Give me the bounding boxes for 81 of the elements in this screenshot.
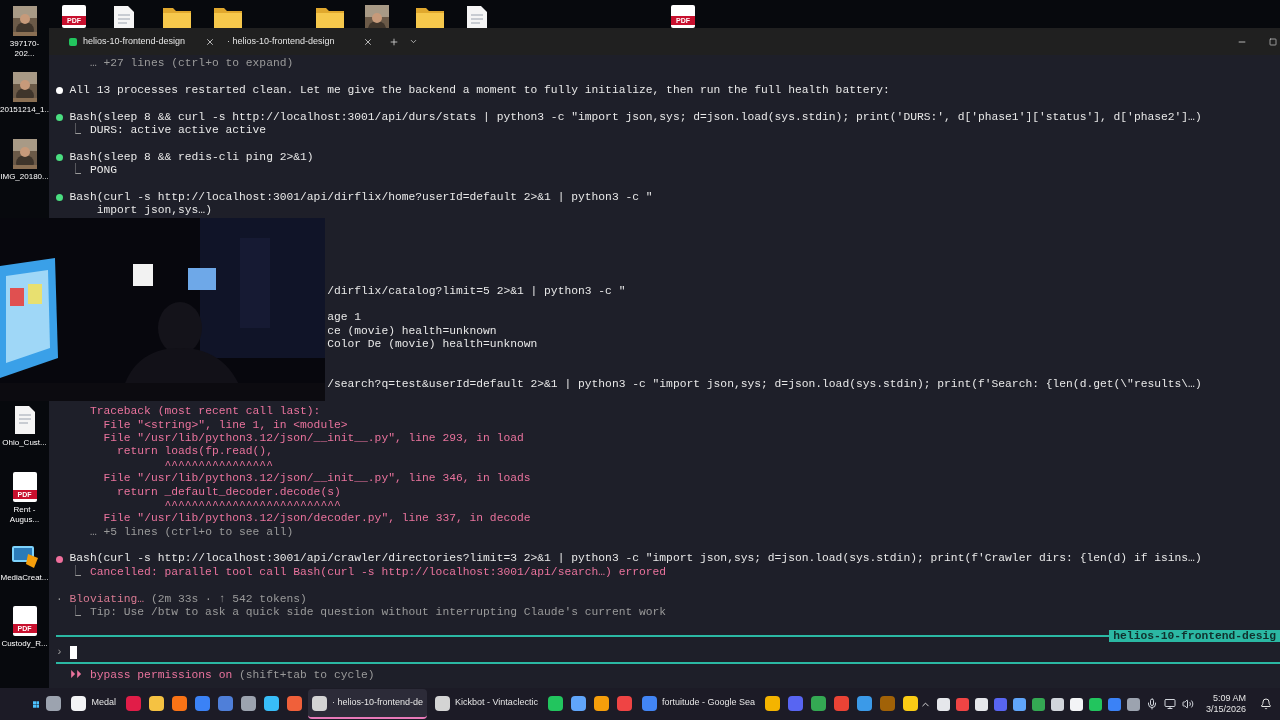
collapsed-note: … +5 lines (ctrl+o to see all) (89, 525, 294, 540)
session-label: helios-10-frontend-desig (1109, 630, 1280, 643)
tool-call: Bash(curl -s http://localhost:3001/api/dirflix/home?userId=default 2>&1 | python3 -c " (69, 190, 653, 205)
icon-label[interactable]: Custody_R... (0, 639, 49, 649)
result-marker: ⎿ (69, 123, 82, 138)
tool-call: Bash(curl -s http://localhost:3001/api/crawler/directories?limit=3 2>&1 | python3 -c "import json,sys; d=json.load(sys.stdin); print(f'Crawler dirs: {len(d) if isins…) (69, 552, 1202, 565)
tray-icon[interactable] (1012, 697, 1026, 711)
status-detail: (2m 33s · ↑ 542 tokens) (150, 592, 307, 607)
icon-label[interactable]: MediaCreat... (0, 573, 49, 583)
taskbar-app[interactable]: fortuitude - Google Sea (637, 689, 759, 719)
assistant-message: All 13 processes restarted clean. Let me give the backend a moment to fully initialize, then run the full health battery: (69, 83, 890, 98)
traceback-line: File "/usr/lib/python3.12/json/decoder.py", line 337, in decode (103, 512, 531, 526)
tray-icon[interactable] (1088, 697, 1102, 711)
folder-icon[interactable] (213, 5, 243, 28)
traceback-line: ^^^^^^^^^^^^^^^^ (164, 458, 273, 473)
document-icon[interactable] (12, 405, 37, 435)
traceback-line: return loads(fp.read(), (117, 445, 273, 459)
document-icon[interactable] (112, 5, 136, 28)
tray-icon[interactable] (1031, 697, 1045, 711)
tab-title: · helios-10-frontend-design (227, 34, 335, 48)
folder-icon[interactable] (162, 5, 192, 28)
document-icon[interactable] (465, 5, 489, 28)
taskbar-app[interactable]: Kickbot - Vintaclectic (431, 689, 542, 719)
terminal-tab[interactable]: helios-10-frontend-design (63, 28, 221, 55)
clock-date[interactable]: 3/15/2026 (1205, 704, 1246, 715)
result-text: Cancelled: parallel tool call Bash(curl -s http://localhost:3001/api/search…) errored (89, 565, 667, 580)
new-tab-icon[interactable] (389, 36, 399, 47)
tab-title: helios-10-frontend-design (83, 34, 186, 48)
close-icon[interactable] (205, 36, 215, 47)
traceback-line: Traceback (most recent call last): (89, 405, 321, 419)
traceback-line: return _default_decoder.decode(s) (117, 485, 341, 499)
taskbar-app[interactable]: Medal (67, 689, 120, 719)
result-text: Tip: Use /btw to ask a quick side question without interrupting Claude's current work (89, 606, 667, 620)
icon-label[interactable]: 20151214_1... (0, 105, 49, 115)
prompt-input[interactable] (69, 645, 77, 659)
traceback-line: File "/usr/lib/python3.12/json/__init__.py", line 293, in load (103, 431, 524, 446)
output-line: Color De (movie) health=unknown (327, 338, 538, 352)
folder-icon[interactable] (315, 5, 345, 28)
folder-icon[interactable] (415, 5, 445, 28)
output-line: age 1 (327, 311, 362, 325)
result-text: PONG (89, 164, 117, 178)
result-marker: ⎿ (69, 606, 82, 620)
taskbar-app[interactable]: · helios-10-frontend-de (307, 689, 427, 719)
network-icon[interactable] (1163, 698, 1176, 710)
tray-icon[interactable] (1069, 697, 1083, 711)
result-text: DURS: active active active (89, 123, 267, 138)
tray-icon[interactable] (1126, 697, 1140, 711)
output-line: /dirflix/catalog?limit=5 2>&1 | python3 -c " (327, 284, 626, 299)
clock-time[interactable]: 5:09 AM (1212, 693, 1246, 704)
icon-label[interactable]: 397170-202... (0, 39, 49, 59)
mode-label: bypass permissions on (89, 669, 233, 683)
collapsed-note: … +27 lines (ctrl+o to expand) (89, 57, 294, 71)
tray-icon[interactable] (974, 697, 988, 711)
icon-label[interactable]: IMG_20180... (0, 172, 49, 182)
tool-call: Bash(sleep 8 && curl -s http://localhost:3001/api/durs/stats | python3 -c "import json,sys; d=json.load(sys.stdin); print('DURS:', d['phase1']['status'], d['phase2']…) (69, 110, 1202, 123)
command-continuation: import json,sys…) (96, 204, 212, 218)
tool-call: Bash(sleep 8 && redis-cli ping 2>&1) (69, 150, 314, 164)
mode-icon: ⏵⏵ (69, 669, 90, 683)
result-marker: ⎿ (69, 565, 82, 580)
prompt-symbol: › (56, 644, 64, 660)
result-marker: ⎿ (69, 164, 81, 178)
mode-hint: (shift+tab to cycle) (239, 669, 375, 683)
volume-icon[interactable] (1181, 698, 1194, 710)
microphone-icon[interactable] (1145, 698, 1158, 710)
notification-icon[interactable] (1260, 698, 1272, 710)
terminal-tab[interactable]: · helios-10-frontend-design (221, 28, 379, 55)
tray-icon[interactable] (936, 697, 950, 711)
traceback-line: File "<string>", line 1, in <module> (103, 418, 348, 432)
icon-label[interactable]: Ohio_Cust... (0, 438, 49, 448)
tray-icon[interactable] (1050, 697, 1064, 711)
output-line: /search?q=test&userId=default 2>&1 | python3 -c "import json,sys; d=json.load(sys.stdin); print(f'Search: {len(d.get(\"results\…) (327, 378, 1202, 392)
traceback-line: File "/usr/lib/python3.12/json/__init__.py", line 346, in loads (103, 472, 531, 486)
traceback-line: ^^^^^^^^^^^^^^^^^^^^^^^^^^ (164, 498, 341, 513)
icon-label[interactable]: Rent - Augus... (0, 505, 49, 525)
dropdown-icon[interactable] (409, 37, 418, 46)
status-verb: Bloviating… (69, 592, 145, 605)
maximize-icon[interactable] (1269, 37, 1277, 46)
output-line: ce (movie) health=unknown (327, 324, 497, 339)
spinner: · (56, 592, 64, 607)
terminal-icon (69, 37, 77, 46)
close-icon[interactable] (363, 36, 373, 47)
